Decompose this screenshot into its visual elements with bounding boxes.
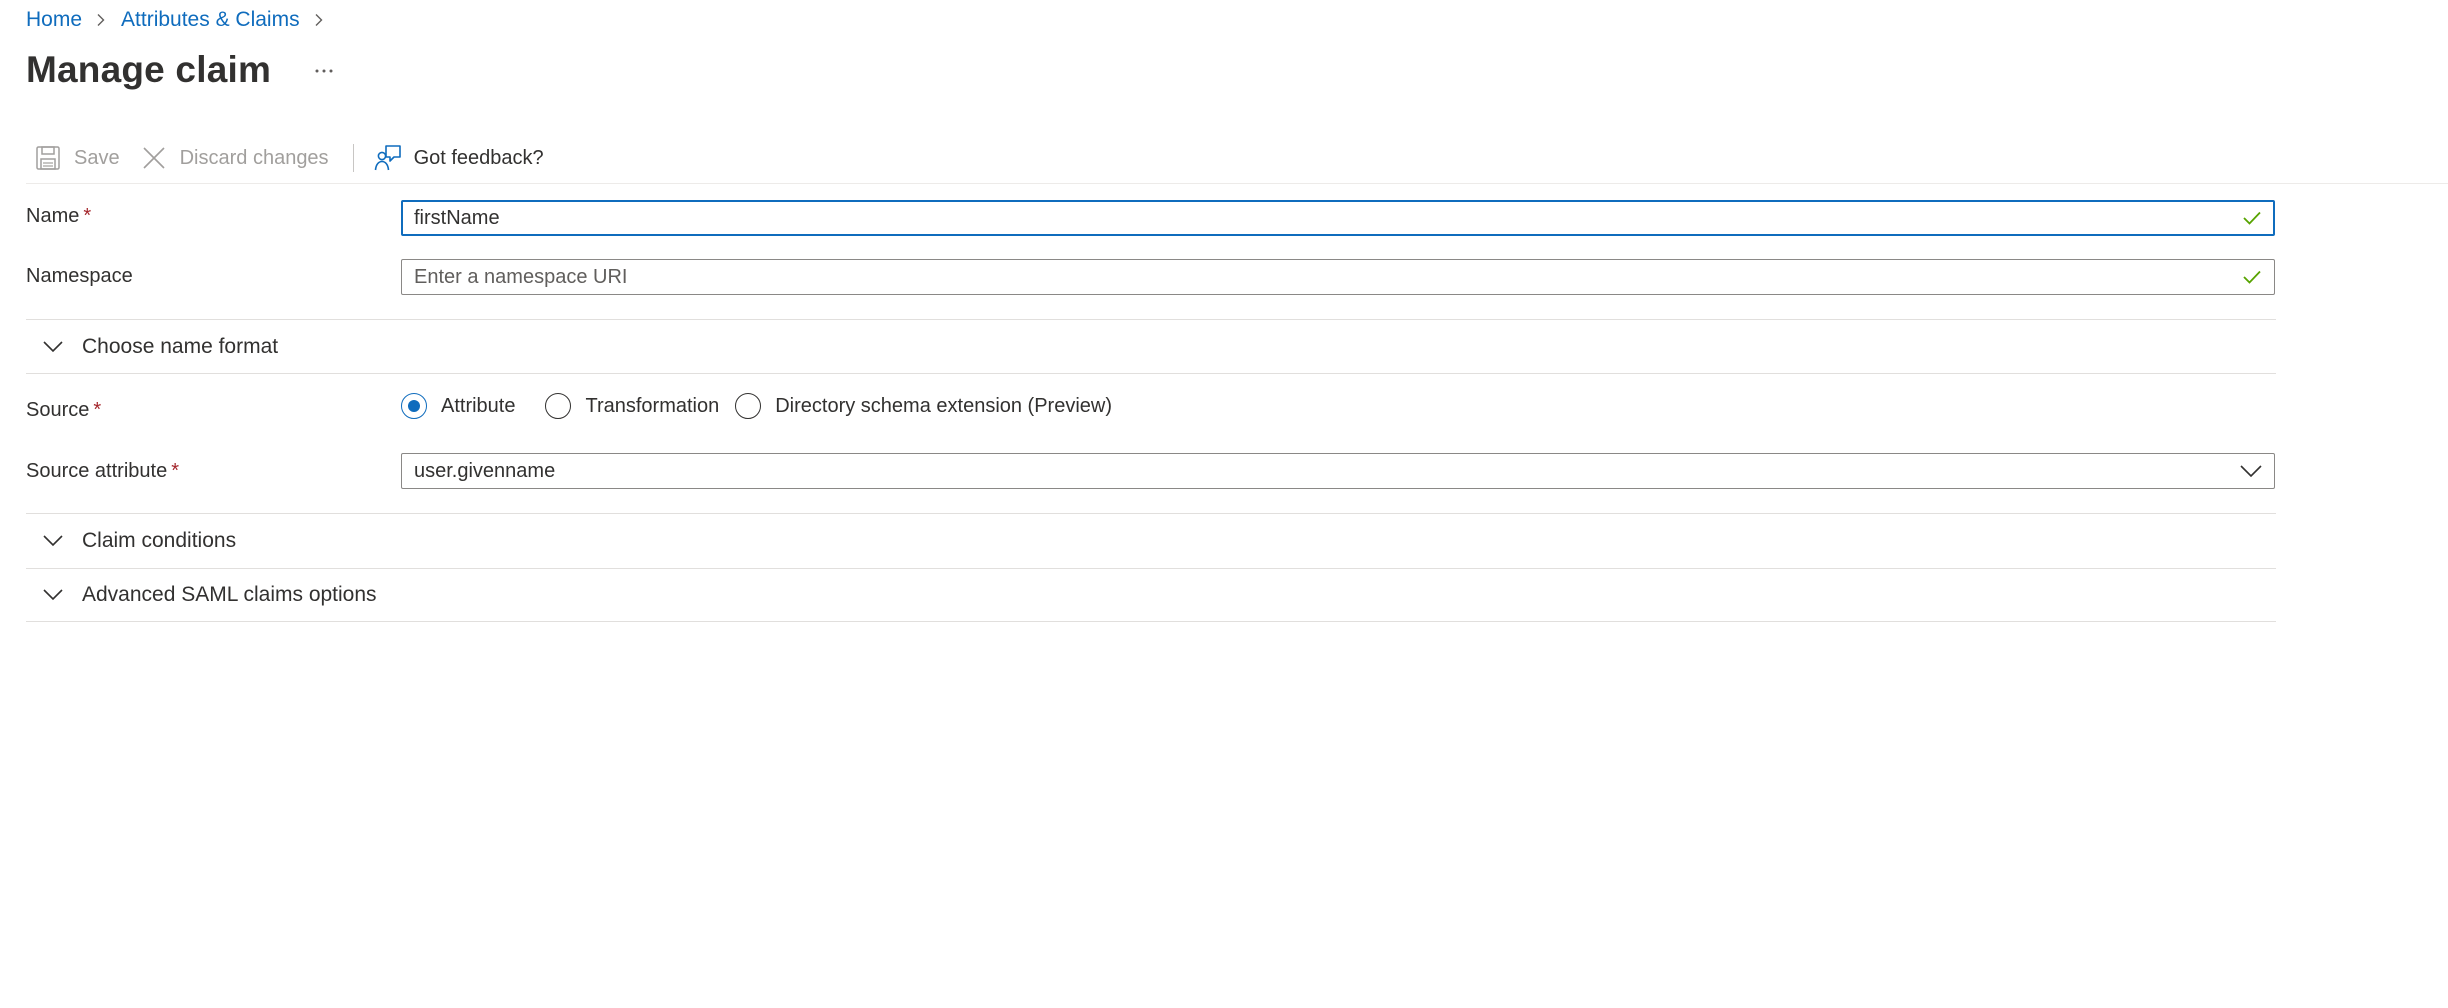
name-label: Name * <box>26 205 91 228</box>
chevron-right-icon <box>312 13 326 27</box>
source-radio-attribute[interactable]: Attribute <box>401 393 515 419</box>
advanced-saml-options-section[interactable]: Advanced SAML claims options <box>26 568 2276 622</box>
source-option-directory-schema-label: Directory schema extension (Preview) <box>775 394 1113 417</box>
radio-unchecked-icon <box>545 393 572 419</box>
close-icon <box>140 144 168 172</box>
feedback-label: Got feedback? <box>413 146 544 169</box>
required-indicator: * <box>83 205 92 227</box>
name-input[interactable]: firstName <box>401 200 2275 236</box>
claim-conditions-section[interactable]: Claim conditions <box>26 513 2276 567</box>
feedback-button[interactable]: Got feedback? <box>364 137 554 179</box>
namespace-label: Namespace <box>26 265 133 288</box>
more-options-button[interactable] <box>309 55 339 85</box>
chevron-down-icon <box>42 336 64 358</box>
source-radio-transformation[interactable]: Transformation <box>545 393 719 419</box>
claim-conditions-label: Claim conditions <box>82 528 237 552</box>
breadcrumb: Home Attributes & Claims <box>26 6 339 34</box>
source-attribute-value: user.givenname <box>414 459 556 482</box>
chevron-right-icon <box>94 13 108 27</box>
advanced-saml-options-label: Advanced SAML claims options <box>82 583 377 606</box>
breadcrumb-attributes-claims[interactable]: Attributes & Claims <box>121 8 300 32</box>
page-title: Manage claim <box>26 49 272 90</box>
radio-checked-icon <box>401 393 427 419</box>
ellipsis-icon <box>314 61 334 79</box>
source-label-text: Source <box>26 399 90 421</box>
source-radio-directory-schema-extension[interactable]: Directory schema extension (Preview) <box>735 393 1112 419</box>
chevron-down-icon <box>42 530 64 552</box>
chevron-down-icon <box>42 584 64 606</box>
toolbar-divider-line <box>26 183 2448 184</box>
section-divider <box>26 373 2276 374</box>
checkmark-icon <box>2242 267 2262 287</box>
source-radio-group: Attribute Transformation Directory schem… <box>401 390 1130 422</box>
discard-changes-button[interactable]: Discard changes <box>130 137 339 179</box>
required-indicator: * <box>93 399 102 421</box>
checkmark-icon <box>2242 208 2262 228</box>
breadcrumb-home[interactable]: Home <box>26 8 82 32</box>
title-row: Manage claim <box>26 44 339 96</box>
toolbar-divider <box>352 144 354 172</box>
save-label: Save <box>74 146 120 169</box>
choose-name-format-section[interactable]: Choose name format <box>26 319 2276 373</box>
name-label-text: Name <box>26 205 80 227</box>
command-bar: Save Discard changes Got feedback? <box>26 137 554 179</box>
source-option-transformation-label: Transformation <box>585 394 720 417</box>
namespace-placeholder: Enter a namespace URI <box>414 265 628 288</box>
source-option-attribute-label: Attribute <box>441 394 516 417</box>
name-input-value: firstName <box>414 206 500 229</box>
source-attribute-label: Source attribute * <box>26 460 179 483</box>
required-indicator: * <box>171 460 179 482</box>
save-icon <box>34 144 62 172</box>
save-button[interactable]: Save <box>26 137 130 179</box>
radio-unchecked-icon <box>735 393 762 419</box>
namespace-label-text: Namespace <box>26 265 133 287</box>
source-attribute-label-text: Source attribute <box>26 460 168 482</box>
namespace-input[interactable]: Enter a namespace URI <box>401 259 2275 295</box>
discard-changes-label: Discard changes <box>179 146 329 169</box>
source-label: Source * <box>26 399 101 422</box>
chevron-down-icon <box>2240 465 2262 477</box>
feedback-icon <box>374 144 402 172</box>
choose-name-format-label: Choose name format <box>82 334 279 358</box>
source-attribute-dropdown[interactable]: user.givenname <box>401 453 2275 489</box>
